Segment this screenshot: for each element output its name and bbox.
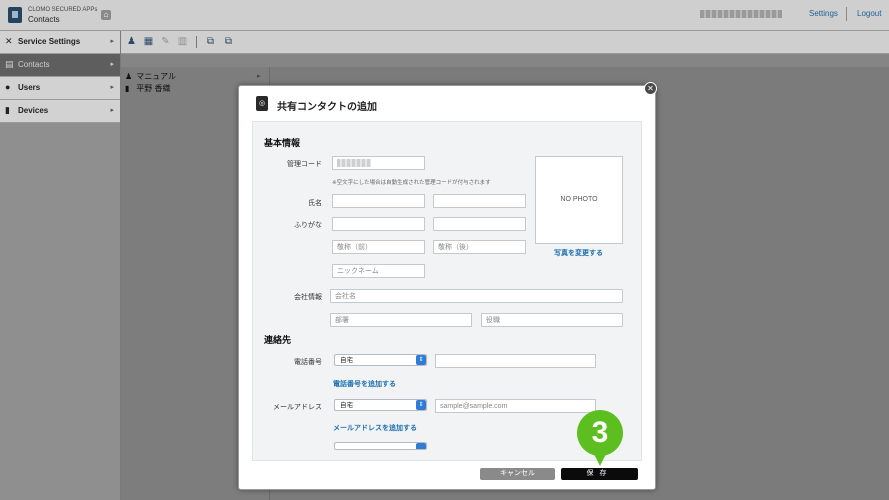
- delete-icon[interactable]: ▥: [177, 36, 188, 47]
- email-type-select[interactable]: 自宅 ⇕: [334, 399, 427, 411]
- contact-card-icon: ▮: [125, 84, 130, 93]
- company-label: 会社情報: [294, 294, 322, 301]
- email-field[interactable]: sample@sample.com: [435, 399, 596, 413]
- list-item[interactable]: ♟ マニュアル: [125, 71, 176, 82]
- email-type-value: 自宅: [340, 402, 353, 409]
- sidebar-item-service-settings[interactable]: ✕ Service Settings ▸: [0, 31, 120, 54]
- sidebar-item-devices[interactable]: ▮ Devices ▸: [0, 100, 120, 123]
- email-label: メールアドレス: [273, 404, 322, 411]
- chevron-right-icon: ▸: [110, 61, 114, 68]
- top-separator: [846, 7, 847, 21]
- chevron-right-icon: ▸: [110, 107, 114, 114]
- app-title: Contacts: [28, 15, 60, 24]
- honorific-suffix-field[interactable]: 敬称（後）: [433, 240, 526, 254]
- toolbar: ♟ ▦ ✎ ▥ ⧉ ⧉: [121, 31, 889, 54]
- code-note: ※空文字にした場合は自動生成された管理コードが付与されます: [332, 180, 491, 186]
- section-contact-info: 連絡先: [264, 335, 292, 345]
- app-switch-icon[interactable]: ⌂: [101, 10, 111, 20]
- last-name-field[interactable]: [332, 194, 425, 208]
- app-name: CLOMO SECURED APPs: [28, 7, 98, 13]
- sidebar-item-label: Users: [18, 83, 41, 92]
- change-photo-link[interactable]: 写真を変更する: [554, 248, 603, 258]
- first-name-field[interactable]: [433, 194, 526, 208]
- toolbar-separator: [196, 36, 197, 48]
- address-book-icon: ▤: [5, 59, 14, 69]
- step-callout-pointer: [593, 452, 607, 466]
- import-icon[interactable]: ⧉: [205, 36, 216, 47]
- wrench-screwdriver-icon: ✕: [5, 36, 13, 46]
- first-name-furigana-field[interactable]: [433, 217, 526, 231]
- edit-icon[interactable]: ✎: [160, 36, 171, 47]
- save-button[interactable]: 保存: [561, 468, 638, 480]
- furigana-label: ふりがな: [294, 222, 322, 229]
- user-name-masked: [700, 10, 782, 18]
- select-arrows-icon: ⇕: [416, 355, 426, 365]
- company-name-field[interactable]: 会社名: [330, 289, 623, 303]
- last-name-furigana-field[interactable]: [332, 217, 425, 231]
- logout-link[interactable]: Logout: [857, 9, 881, 18]
- close-icon[interactable]: ✕: [644, 82, 657, 95]
- export-icon[interactable]: ⧉: [223, 36, 234, 47]
- sidebar-item-label: Devices: [18, 106, 49, 115]
- list-item-label: 平野 香織: [136, 84, 171, 93]
- content-header-bar: [121, 54, 889, 67]
- job-title-field[interactable]: 役職: [481, 313, 623, 327]
- chevron-right-icon: ▸: [110, 38, 114, 45]
- contact-book-icon: ◎: [256, 96, 268, 111]
- sidebar-item-users[interactable]: ● Users ▸: [0, 77, 120, 100]
- add-contact-icon[interactable]: ♟: [126, 36, 137, 47]
- user-icon: ●: [5, 82, 11, 92]
- code-label: 管理コード: [287, 161, 322, 168]
- cancel-button[interactable]: キャンセル: [480, 468, 555, 480]
- department-field[interactable]: 部署: [330, 313, 472, 327]
- phone-label: 電話番号: [294, 359, 322, 366]
- sidebar-item-label: Service Settings: [18, 37, 81, 46]
- section-basic-info: 基本情報: [264, 138, 301, 148]
- add-shared-contact-icon[interactable]: ▦: [143, 36, 154, 47]
- phone-type-value: 自宅: [340, 357, 353, 364]
- group-icon: ♟: [125, 72, 133, 81]
- phone-number-field[interactable]: [435, 354, 596, 368]
- app-logo-icon: [8, 7, 22, 23]
- chevron-right-icon[interactable]: ▸: [257, 72, 261, 80]
- list-item-label: マニュアル: [136, 72, 176, 81]
- step-callout-badge: 3: [577, 410, 623, 456]
- honorific-prefix-field[interactable]: 敬称（前）: [332, 240, 425, 254]
- add-email-link[interactable]: メールアドレスを追加する: [333, 423, 417, 433]
- name-label: 氏名: [308, 200, 322, 207]
- select-arrows-icon: [416, 443, 426, 449]
- add-phone-link[interactable]: 電話番号を追加する: [333, 379, 396, 389]
- sidebar-item-contacts[interactable]: ▤ Contacts ▸: [0, 54, 120, 77]
- list-item[interactable]: ▮ 平野 香織: [125, 83, 170, 94]
- dialog-title: 共有コンタクトの追加: [277, 102, 377, 113]
- photo-placeholder: NO PHOTO: [535, 156, 623, 244]
- device-icon: ▮: [5, 105, 10, 115]
- sidebar: ✕ Service Settings ▸ ▤ Contacts ▸ ● User…: [0, 31, 120, 500]
- cutoff-type-select[interactable]: [334, 442, 427, 450]
- nickname-field[interactable]: ニックネーム: [332, 264, 425, 278]
- phone-type-select[interactable]: 自宅 ⇕: [334, 354, 427, 366]
- chevron-right-icon: ▸: [110, 84, 114, 91]
- select-arrows-icon: ⇕: [416, 400, 426, 410]
- code-value-masked: [337, 159, 371, 167]
- sidebar-item-label: Contacts: [18, 60, 50, 69]
- settings-link[interactable]: Settings: [809, 9, 838, 18]
